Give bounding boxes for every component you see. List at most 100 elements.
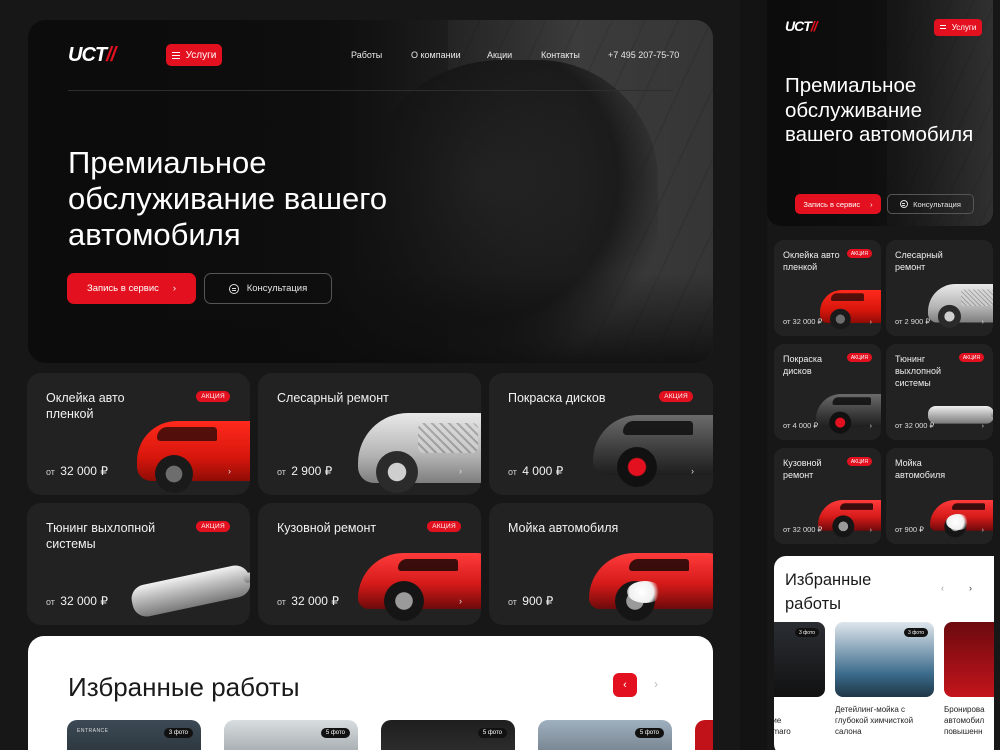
chat-icon — [228, 283, 239, 294]
service-card-wheels[interactable]: Покраска дисков АКЦИЯ от 4 000 ₽ › — [774, 344, 881, 440]
cutaway-car-image — [358, 413, 481, 493]
promo-badge: АКЦИЯ — [958, 353, 984, 362]
work-card[interactable] — [695, 720, 713, 750]
carousel-next-button[interactable]: › — [654, 677, 658, 691]
chevron-right-icon: › — [691, 466, 694, 476]
work-card[interactable]: 3 фото — [835, 622, 934, 697]
hero-title: Премиальное обслуживание вашего автомоби… — [785, 74, 974, 146]
service-title: Кузовной ремонт — [783, 458, 822, 480]
work-card[interactable]: 5 фото — [538, 720, 672, 750]
chevron-right-icon: › — [981, 423, 984, 430]
carousel-prev-button[interactable]: ‹ — [613, 673, 637, 697]
section-title: Избранные работы — [68, 672, 300, 702]
service-card-repair[interactable]: Слесарный ремонт от 2 900 ₽ › — [258, 373, 481, 495]
foam-image — [946, 514, 970, 530]
chevron-right-icon: › — [969, 583, 972, 593]
nav-link-promo[interactable]: Акции — [487, 50, 512, 60]
photo-count-badge: 3 фото — [795, 628, 819, 637]
desktop-frame: UCT// Услуги Работы О компании Акции Кон… — [0, 0, 740, 750]
service-card-repair[interactable]: Слесарный ремонт от 2 900 ₽ › — [886, 240, 993, 336]
burger-icon — [171, 51, 180, 59]
grey-car-image — [593, 415, 713, 487]
service-title: Кузовной ремонт — [277, 521, 377, 535]
header-divider — [68, 90, 673, 91]
service-price: от 32 000 ₽ — [277, 594, 339, 608]
work-card[interactable]: 5 фото — [224, 720, 358, 750]
section-title: Избранные работы — [785, 571, 872, 613]
service-card-wheels[interactable]: Покраска дисков АКЦИЯ от 4 000 ₽ › — [489, 373, 713, 495]
work-card[interactable]: 3 фото — [774, 622, 825, 697]
phone-link[interactable]: +7 495 207-75-70 — [608, 50, 679, 60]
promo-badge: АКЦИЯ — [427, 521, 461, 532]
book-service-button[interactable]: Запись в сервис › — [67, 273, 196, 304]
service-price: от 32 000 ₽ — [46, 594, 108, 608]
work-card[interactable] — [944, 622, 994, 697]
service-card-wash[interactable]: Мойка автомобиля от 900 ₽ — [489, 503, 713, 625]
chat-icon — [900, 200, 909, 208]
work-caption: Бронирова автомобил повышенн — [944, 705, 985, 736]
service-card-exhaust[interactable]: Тюнинг выхлопной системы АКЦИЯ от 32 000… — [27, 503, 250, 625]
chevron-right-icon: › — [172, 283, 177, 294]
service-card-wrap[interactable]: Оклейка авто пленкой АКЦИЯ от 32 000 ₽ › — [774, 240, 881, 336]
photo-count-badge: 3 фото — [163, 728, 193, 738]
service-card-exhaust[interactable]: Тюнинг выхлопной системы АКЦИЯ от 32 000… — [886, 344, 993, 440]
photo-count-badge: 5 фото — [320, 728, 350, 738]
carousel-next-button[interactable]: › — [969, 583, 972, 593]
service-card-wrap[interactable]: Оклейка авто пленкой АКЦИЯ от 32 000 ₽ › — [27, 373, 250, 495]
hero-title: Премиальное обслуживание вашего автомоби… — [68, 145, 388, 252]
service-title: Слесарный ремонт — [895, 250, 943, 272]
muffler-image — [128, 562, 250, 620]
service-card-body[interactable]: Кузовной ремонт АКЦИЯ от 32 000 ₽ › — [258, 503, 481, 625]
promo-badge: АКЦИЯ — [196, 521, 230, 532]
service-price: от 2 900 ₽ — [895, 317, 931, 326]
logo[interactable]: UCT// — [68, 44, 116, 67]
nav-link-about[interactable]: О компании — [411, 50, 461, 60]
work-card[interactable]: 5 фото — [381, 720, 515, 750]
service-card-wash[interactable]: Мойка автомобиля от 900 ₽ › — [886, 448, 993, 544]
service-title: Слесарный ремонт — [277, 391, 389, 405]
nav-link-works[interactable]: Работы — [351, 50, 382, 60]
service-price: от 900 ₽ — [508, 594, 554, 608]
service-title: Покраска дисков — [783, 354, 823, 376]
service-price: от 32 000 ₽ — [783, 317, 823, 326]
entrance-sign: ENTRANCE — [77, 728, 109, 734]
services-menu-button[interactable]: Услуги — [166, 44, 222, 66]
chevron-right-icon: › — [981, 319, 984, 326]
red-suv-image — [137, 421, 250, 493]
consultation-button[interactable]: Консультация — [204, 273, 332, 304]
service-price: от 4 000 ₽ — [783, 421, 819, 430]
service-title: Оклейка авто пленкой — [46, 391, 125, 421]
promo-badge: АКЦИЯ — [659, 391, 693, 402]
chevron-left-icon: ‹ — [941, 583, 944, 593]
service-card-body[interactable]: Кузовной ремонт АКЦИЯ от 32 000 ₽ › — [774, 448, 881, 544]
promo-badge: АКЦИЯ — [846, 353, 872, 362]
book-service-button[interactable]: Запись в сервис › — [795, 194, 881, 214]
chevron-right-icon: › — [869, 319, 872, 326]
work-caption: е ние amaro — [774, 716, 791, 736]
chevron-right-icon: › — [870, 199, 873, 209]
chevron-right-icon: › — [869, 423, 872, 430]
work-caption: Детейлинг-мойка с глубокой химчисткой са… — [835, 705, 914, 736]
promo-badge: АКЦИЯ — [196, 391, 230, 402]
logo[interactable]: UCT// — [785, 18, 818, 34]
chevron-right-icon: › — [459, 596, 462, 606]
service-price: от 32 000 ₽ — [895, 421, 935, 430]
muffler-image — [928, 406, 993, 424]
cutaway-car-image — [928, 284, 993, 328]
service-price: от 4 000 ₽ — [508, 464, 564, 478]
service-title: Тюнинг выхлопной системы — [895, 354, 941, 388]
service-title: Мойка автомобиля — [508, 521, 619, 535]
service-price: от 900 ₽ — [895, 525, 924, 534]
services-menu-button[interactable]: Услуги — [934, 19, 982, 36]
chevron-right-icon: › — [869, 527, 872, 534]
photo-count-badge: 3 фото — [904, 628, 928, 637]
mobile-frame: UCT// Услуги Премиальное обслуживание ва… — [767, 0, 1000, 750]
chevron-left-icon: ‹ — [623, 679, 627, 691]
foam-image — [627, 581, 663, 603]
carousel-prev-button[interactable]: ‹ — [941, 583, 944, 593]
service-title: Оклейка авто пленкой — [783, 250, 840, 272]
consultation-button[interactable]: Консультация — [887, 194, 974, 214]
photo-count-badge: 5 фото — [634, 728, 664, 738]
nav-link-contacts[interactable]: Контакты — [541, 50, 580, 60]
work-card[interactable]: ENTRANCE 3 фото — [67, 720, 201, 750]
